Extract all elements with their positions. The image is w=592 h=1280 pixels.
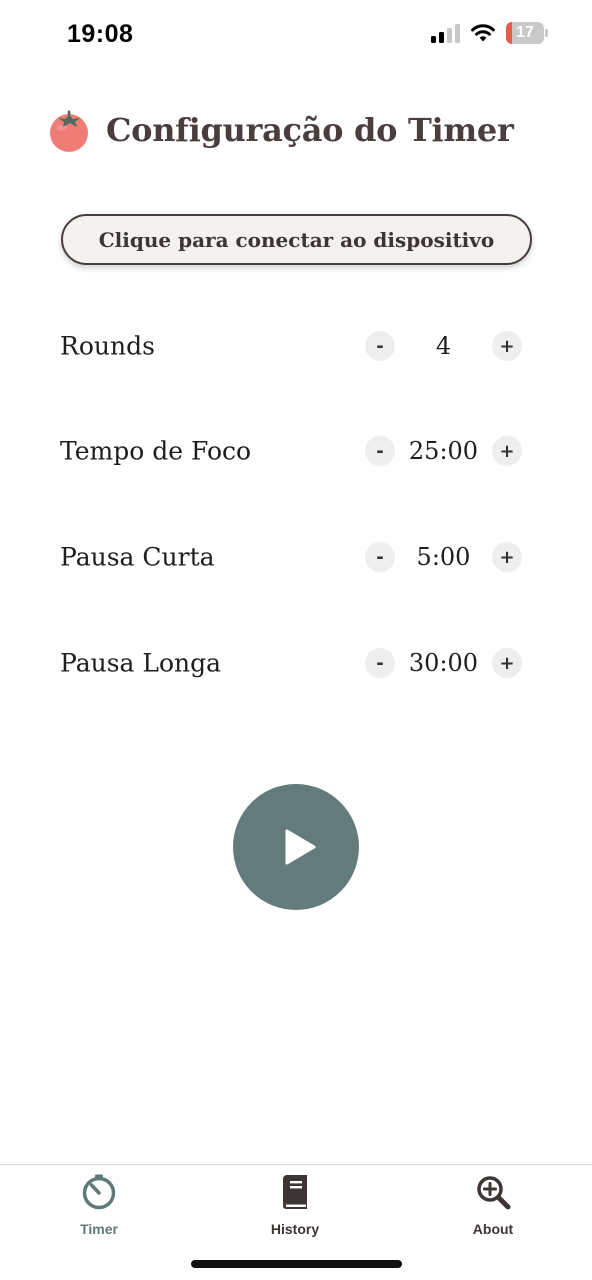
setting-label: Pausa Longa [60, 648, 222, 678]
setting-row-long-break: Pausa Longa - 30:00 + [60, 633, 530, 693]
magnifier-plus-icon [474, 1173, 512, 1211]
battery-level: 17 [516, 24, 534, 41]
short-break-decrement-button[interactable]: - [365, 542, 395, 572]
rounds-value: 4 [435, 332, 452, 360]
long-break-increment-button[interactable]: + [492, 648, 522, 678]
setting-row-rounds: Rounds - 4 + [60, 316, 530, 376]
short-break-value: 5:00 [416, 543, 471, 571]
timer-config-screen: 19:08 17 Configuração do Timer Clique pa… [0, 0, 592, 1280]
long-break-decrement-button[interactable]: - [365, 648, 395, 678]
timer-icon [80, 1173, 118, 1211]
focus-time-value: 25:00 [408, 437, 479, 465]
status-bar: 19:08 17 [0, 0, 592, 70]
status-time: 19:08 [67, 20, 134, 48]
tab-label: About [472, 1221, 514, 1237]
start-timer-button[interactable] [233, 784, 359, 910]
cellular-signal-icon [431, 23, 460, 43]
setting-row-short-break: Pausa Curta - 5:00 + [60, 527, 530, 587]
long-break-value: 30:00 [408, 649, 479, 677]
rounds-decrement-button[interactable]: - [365, 331, 395, 361]
tab-about[interactable]: About [438, 1173, 548, 1243]
book-icon [276, 1173, 314, 1211]
page-title: Configuração do Timer [106, 111, 514, 149]
setting-label: Tempo de Foco [60, 436, 252, 466]
battery-icon: 17 [506, 22, 548, 44]
tab-label: History [270, 1221, 320, 1237]
focus-time-decrement-button[interactable]: - [365, 436, 395, 466]
setting-label: Pausa Curta [60, 542, 215, 572]
home-indicator [191, 1260, 402, 1268]
rounds-increment-button[interactable]: + [492, 331, 522, 361]
play-icon [285, 829, 316, 865]
tab-timer[interactable]: Timer [44, 1173, 154, 1243]
connect-device-button[interactable]: Clique para conectar ao dispositivo [61, 214, 532, 265]
status-icons: 17 [431, 22, 548, 44]
wifi-icon [471, 24, 495, 42]
tomato-icon [50, 110, 88, 152]
setting-label: Rounds [60, 331, 155, 361]
tab-label: Timer [80, 1221, 118, 1237]
tab-history[interactable]: History [240, 1173, 350, 1243]
focus-time-increment-button[interactable]: + [492, 436, 522, 466]
short-break-increment-button[interactable]: + [492, 542, 522, 572]
setting-row-focus-time: Tempo de Foco - 25:00 + [60, 421, 530, 481]
page-header: Configuração do Timer [46, 104, 514, 156]
